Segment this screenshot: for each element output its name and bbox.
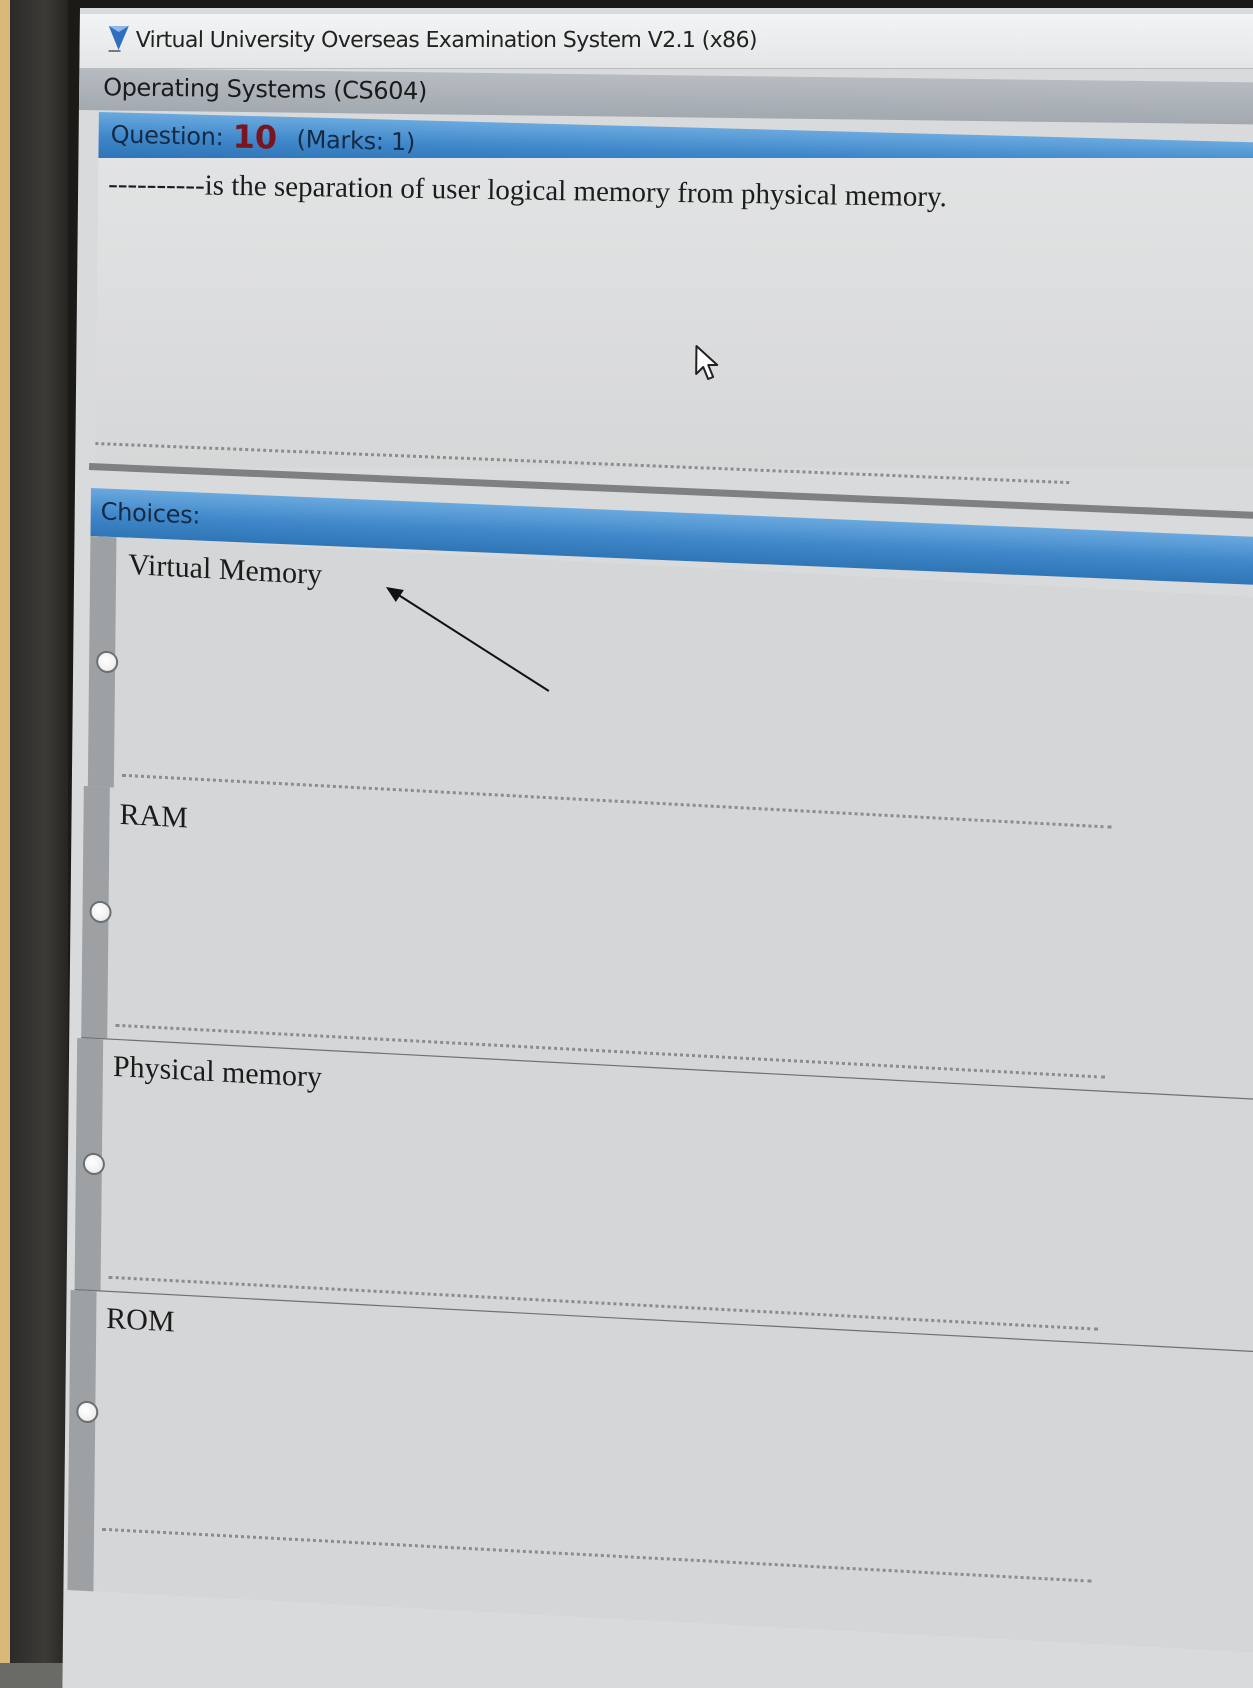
app-logo-icon	[108, 26, 129, 52]
question-label: Question:	[110, 120, 224, 152]
choice-label: Virtual Memory	[127, 547, 323, 592]
choice-label: RAM	[119, 797, 189, 835]
choices-label: Choices:	[100, 497, 201, 530]
window-title: Virtual University Overseas Examination …	[135, 28, 758, 53]
choice-radio-1[interactable]	[96, 650, 119, 674]
choice-label: ROM	[106, 1301, 175, 1339]
question-panel: ----------is the separation of user logi…	[95, 158, 1253, 485]
photo-wall-edge	[0, 0, 10, 1663]
choice-radio-2[interactable]	[89, 900, 112, 924]
course-title: Operating Systems (CS604)	[103, 73, 428, 106]
question-number: 10	[232, 117, 278, 157]
question-text: ----------is the separation of user logi…	[107, 168, 948, 214]
arrow-annotation-icon	[385, 587, 550, 692]
choice-radio-3[interactable]	[82, 1152, 106, 1176]
mouse-cursor-icon	[695, 345, 719, 380]
choice-radio-4[interactable]	[76, 1400, 99, 1424]
choice-gutter	[67, 1290, 97, 1592]
title-bar: Virtual University Overseas Examination …	[79, 14, 1253, 69]
choice-label: Physical memory	[112, 1049, 323, 1094]
monitor-bezel	[10, 0, 68, 1663]
exam-window: Virtual University Overseas Examination …	[62, 8, 1253, 1688]
choice-option-4[interactable]: ROM	[67, 1290, 1253, 1659]
question-marks: (Marks: 1)	[296, 125, 416, 157]
choice-divider	[102, 1527, 1092, 1583]
question-divider	[95, 442, 1070, 485]
